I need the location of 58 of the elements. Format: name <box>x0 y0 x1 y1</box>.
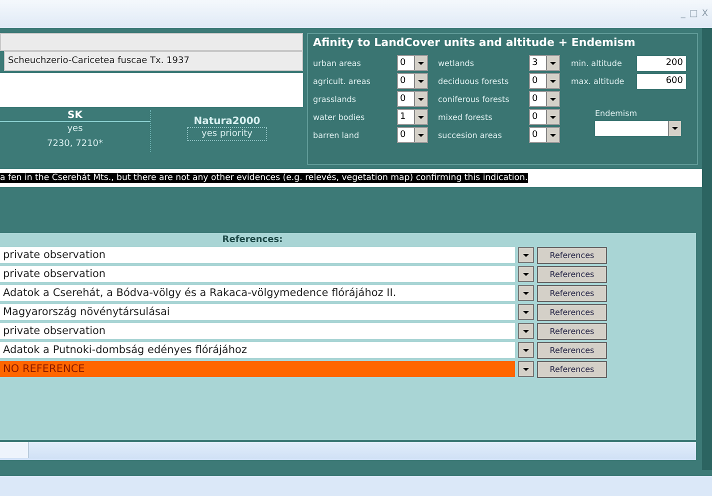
table-cell-text: 7230, 7210* <box>46 138 104 151</box>
field-label: Endemism <box>595 109 638 118</box>
references-button[interactable]: References <box>537 284 607 302</box>
reference-field[interactable]: Adatok a Putnoki-dombság edényes flórájához <box>0 342 515 358</box>
field-label: deciduous forests <box>438 76 510 86</box>
field-label: urban areas <box>313 58 362 68</box>
dropdown-button[interactable] <box>518 304 534 320</box>
table-cell-text: yes <box>67 123 83 136</box>
record-field[interactable] <box>0 442 29 458</box>
references-button[interactable]: References <box>537 304 607 320</box>
references-button[interactable]: References <box>537 342 607 358</box>
dropdown-button[interactable] <box>518 247 534 263</box>
reference-field[interactable]: private observation <box>0 266 515 282</box>
value-dropdown[interactable]: 0 <box>397 55 428 71</box>
panel-title: Afinity to LandCover units and altitude + Endemism <box>313 36 636 49</box>
references-button[interactable]: References <box>537 322 607 340</box>
value-dropdown[interactable]: 1 <box>397 109 428 125</box>
dropdown-button[interactable] <box>518 323 534 339</box>
text-field[interactable] <box>0 33 303 51</box>
syntaxon-field[interactable]: Scheuchzerio-Caricetea fuscae Tx. 1937 <box>4 51 303 71</box>
value-dropdown[interactable]: 0 <box>529 73 560 89</box>
field-label: max. altitude <box>571 76 626 86</box>
field-label: wetlands <box>438 58 476 68</box>
value-dropdown[interactable]: 3 <box>529 55 560 71</box>
value-dropdown[interactable]: 0 <box>529 91 560 107</box>
reference-field[interactable]: private observation <box>0 247 515 263</box>
field-label: succesion areas <box>438 130 503 140</box>
references-button[interactable]: References <box>537 266 607 282</box>
field-label: min. altitude <box>571 58 623 68</box>
panel-title: References: <box>221 235 284 245</box>
value-dropdown[interactable]: 0 <box>397 91 428 107</box>
altitude-field[interactable]: 200 <box>637 56 686 70</box>
dropdown-button[interactable] <box>518 361 534 377</box>
note-text: a fen in the Cserehát Mts., but there are not any other evidences (e.g. relevés, vegetation map) confirming this indication. <box>0 173 528 183</box>
memo-field[interactable] <box>0 73 303 107</box>
reference-field[interactable]: private observation <box>0 323 515 339</box>
references-button[interactable]: References <box>537 246 607 264</box>
value-dropdown[interactable]: 0 <box>529 109 560 125</box>
altitude-field[interactable]: 600 <box>637 74 686 88</box>
dropdown-button[interactable] <box>518 342 534 358</box>
reference-field[interactable]: Magyarország növénytársulásai <box>0 304 515 320</box>
column-header: Natura2000 <box>194 116 260 127</box>
field-label: agricult. areas <box>313 76 372 86</box>
field-label: coniferous forests <box>438 94 510 104</box>
field-label: grasslands <box>313 94 358 104</box>
column-header: SK <box>0 110 150 122</box>
table-cell: yes priority <box>186 127 268 141</box>
field-label: mixed forests <box>438 112 494 122</box>
field-label: barren land <box>313 130 360 140</box>
references-button[interactable]: References <box>537 360 607 378</box>
note-field[interactable]: a fen in the Cserehát Mts., but there are not any other evidences (e.g. relevés, vegetation map) confirming this indication. <box>0 169 702 187</box>
reference-field[interactable]: Adatok a Cserehát, a Bódva-völgy és a Rakaca-völgymedence flórájához II. <box>0 285 515 301</box>
value-dropdown[interactable]: 0 <box>529 127 560 143</box>
value-dropdown[interactable]: 0 <box>397 73 428 89</box>
dropdown-button[interactable] <box>518 266 534 282</box>
value-dropdown[interactable]: 0 <box>397 127 428 143</box>
dropdown-button[interactable] <box>518 285 534 301</box>
field-label: water bodies <box>313 112 366 122</box>
